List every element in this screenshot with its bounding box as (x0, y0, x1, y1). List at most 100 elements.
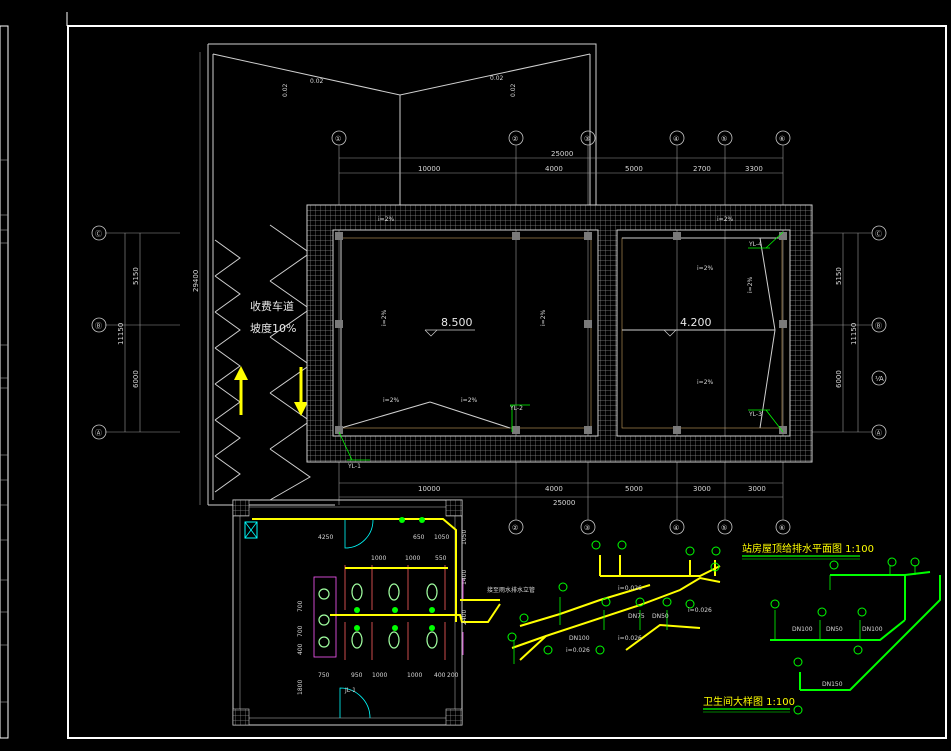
dim-left-5150: 5150 (132, 267, 140, 285)
svg-text:1400: 1400 (461, 570, 468, 585)
svg-text:10000: 10000 (418, 165, 440, 173)
toilet-door-tag: JL-1 (344, 687, 356, 694)
svg-text:4000: 4000 (545, 485, 563, 493)
svg-text:Ⓐ: Ⓐ (875, 429, 882, 437)
svg-text:⑥: ⑥ (779, 524, 785, 532)
svg-text:4250: 4250 (318, 534, 333, 541)
svg-text:③: ③ (584, 524, 590, 532)
svg-text:⑤: ⑤ (721, 524, 727, 532)
svg-text:DN100: DN100 (792, 626, 813, 633)
toilet-partitions (313, 565, 464, 660)
svg-text:i=2%: i=2% (461, 397, 478, 404)
svg-text:650: 650 (413, 534, 425, 541)
dim-right-total: 11150 (850, 323, 858, 345)
svg-text:700: 700 (297, 625, 304, 637)
svg-text:DN100: DN100 (862, 626, 883, 633)
svg-text:④: ④ (673, 524, 679, 532)
svg-text:i=2%: i=2% (540, 309, 547, 326)
svg-text:YL-3: YL-3 (748, 411, 762, 418)
left-strip-frame (0, 25, 9, 739)
svg-text:i=2%: i=2% (747, 276, 754, 293)
axis-grid-lines (105, 145, 872, 520)
svg-text:⅟A: ⅟A (875, 375, 884, 383)
svg-text:3000: 3000 (748, 485, 766, 493)
svg-text:1000: 1000 (371, 555, 386, 562)
svg-text:i=2%: i=2% (697, 265, 714, 272)
toilet-note: 接至雨水排水立管 (487, 586, 535, 594)
svg-text:i=0.026: i=0.026 (566, 647, 590, 654)
svg-text:④: ④ (673, 135, 679, 143)
svg-text:3000: 3000 (693, 485, 711, 493)
axis-bubbles-right: Ⓒ Ⓑ ⅟A Ⓐ (871, 225, 887, 440)
dim-bottom-values: 10000 4000 5000 3000 3000 (418, 485, 766, 493)
svg-text:0.02: 0.02 (490, 75, 504, 82)
svg-text:700: 700 (297, 600, 304, 612)
svg-text:②: ② (512, 135, 518, 143)
svg-text:8.500: 8.500 (441, 316, 473, 329)
svg-text:DN75: DN75 (628, 613, 645, 620)
dim-left-6000: 6000 (132, 370, 140, 388)
iso-labels-toilet: i=0.026 i=0.026 i=0.026 i=0.026 DN100 DN… (566, 585, 712, 654)
axis-bubbles-left: Ⓒ Ⓑ Ⓐ (91, 225, 107, 440)
svg-text:⑥: ⑥ (779, 135, 785, 143)
svg-text:Ⓑ: Ⓑ (95, 322, 102, 330)
svg-text:5000: 5000 (625, 485, 643, 493)
svg-text:Ⓑ: Ⓑ (875, 322, 882, 330)
canopy-slope-labels: 0.02 0.02 0.02 0.02 (282, 75, 517, 97)
svg-text:i=2%: i=2% (383, 397, 400, 404)
dim-right-5150: 5150 (835, 267, 843, 285)
svg-text:1050: 1050 (434, 534, 449, 541)
svg-text:i=0.026: i=0.026 (688, 607, 712, 614)
svg-text:550: 550 (435, 555, 447, 562)
svg-text:Ⓐ: Ⓐ (95, 429, 102, 437)
svg-text:750: 750 (318, 672, 330, 679)
dim-overall-left: 29400 (192, 270, 200, 292)
cad-drawing-canvas: 0.02 0.02 0.02 0.02 ① ② ③ ④ ⑤ ⑥ ② ③ ④ ⑤ … (0, 12, 947, 739)
dim-top-total: 25000 (551, 150, 573, 158)
svg-text:1000: 1000 (407, 672, 422, 679)
svg-text:Ⓒ: Ⓒ (95, 230, 102, 238)
ramp-label-2: 坡度10% (250, 321, 296, 335)
svg-text:950: 950 (351, 672, 363, 679)
elevation-right: 4.200 (663, 316, 712, 337)
svg-text:1000: 1000 (405, 555, 420, 562)
title-roof-drainage-plan: 站房屋顶给排水平面图 1:100 (742, 542, 874, 555)
left-strip-ticks (0, 159, 8, 703)
ramp-label-1: 收费车道 (250, 299, 294, 313)
svg-text:0.02: 0.02 (282, 83, 289, 97)
svg-text:1800: 1800 (297, 680, 304, 695)
svg-text:10000: 10000 (418, 485, 440, 493)
traffic-arrow-up-icon (234, 366, 248, 415)
svg-text:i=0.026: i=0.026 (618, 585, 642, 592)
roof-ridge-lines (340, 237, 780, 429)
svg-text:400: 400 (297, 643, 304, 655)
roof-inner-edges (340, 237, 783, 429)
svg-text:5000: 5000 (625, 165, 643, 173)
ramp-chevrons (214, 224, 311, 501)
svg-text:0.02: 0.02 (310, 78, 324, 85)
svg-text:400: 400 (434, 672, 446, 679)
svg-text:Ⓒ: Ⓒ (875, 230, 882, 238)
dim-right-6000: 6000 (835, 370, 843, 388)
svg-text:i=0.026: i=0.026 (618, 635, 642, 642)
dim-left-total: 11150 (117, 323, 125, 345)
svg-text:DN50: DN50 (826, 626, 843, 633)
svg-text:i=2%: i=2% (697, 379, 714, 386)
svg-text:①: ① (335, 135, 341, 143)
dim-bottom-total: 25000 (553, 499, 575, 507)
svg-text:2400: 2400 (461, 610, 468, 625)
svg-text:YL-1: YL-1 (347, 463, 361, 470)
svg-text:4000: 4000 (545, 165, 563, 173)
svg-text:YL-2: YL-2 (509, 405, 523, 412)
column-blocks (335, 232, 787, 434)
iso-labels-roof: DN100 DN50 DN100 DN150 (792, 626, 883, 688)
iso-drainage-toilet-nodes (507, 540, 721, 655)
svg-text:DN50: DN50 (652, 613, 669, 620)
svg-text:0.02: 0.02 (510, 83, 517, 97)
svg-text:i=2%: i=2% (378, 216, 395, 223)
axis-bubbles-top: ① ② ③ ④ ⑤ ⑥ (331, 130, 791, 146)
svg-text:1000: 1000 (372, 672, 387, 679)
svg-text:i=2%: i=2% (381, 309, 388, 326)
svg-text:200: 200 (447, 672, 459, 679)
svg-text:⑤: ⑤ (721, 135, 727, 143)
